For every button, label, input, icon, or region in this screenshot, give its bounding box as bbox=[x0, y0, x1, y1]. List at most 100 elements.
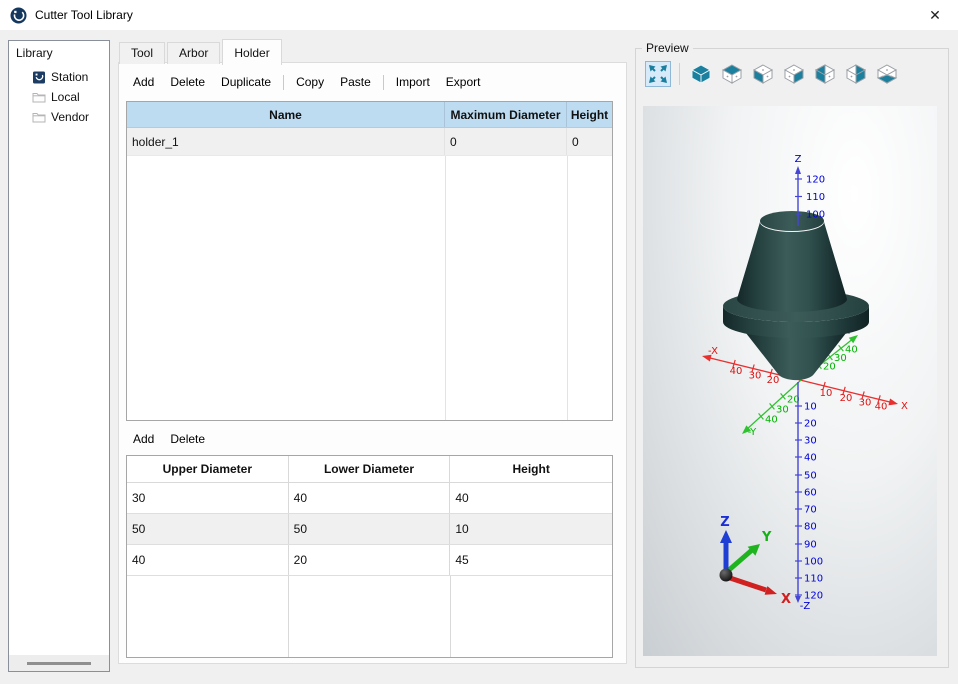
library-item-label: Local bbox=[51, 90, 80, 104]
top-view-button[interactable] bbox=[719, 61, 745, 87]
holder-tab-pane: AddDeleteDuplicateCopyPasteImportExport … bbox=[118, 62, 627, 664]
add-button[interactable]: Add bbox=[125, 429, 162, 449]
toolbar-separator bbox=[283, 75, 284, 90]
table-cell[interactable]: 45 bbox=[450, 545, 612, 575]
triad-x-label: X bbox=[781, 592, 791, 607]
table-cell[interactable]: 30 bbox=[127, 483, 289, 513]
size-grip[interactable] bbox=[27, 662, 91, 665]
table-cell[interactable]: 40 bbox=[289, 483, 451, 513]
holder-toolbar: AddDeleteDuplicate CopyPaste ImportExport bbox=[125, 72, 488, 92]
axis-tick-label: 10 bbox=[804, 402, 817, 413]
toolbar-separator bbox=[679, 63, 680, 85]
table-row[interactable]: 505010 bbox=[127, 514, 612, 545]
table-cell[interactable]: 10 bbox=[450, 514, 612, 544]
tab-bar: ToolArborHolder bbox=[119, 42, 284, 68]
close-icon[interactable]: ✕ bbox=[924, 5, 946, 25]
table-row[interactable]: holder_100 bbox=[127, 128, 612, 156]
preview-groupbox: Preview bbox=[635, 48, 949, 668]
table-cell[interactable]: 50 bbox=[289, 514, 451, 544]
axis-tick-label: 120 bbox=[806, 175, 825, 186]
table-row[interactable]: 304040 bbox=[127, 483, 612, 514]
copy-button[interactable]: Copy bbox=[288, 72, 332, 92]
right-view-icon bbox=[782, 62, 806, 86]
back-view-button[interactable] bbox=[843, 61, 869, 87]
table-cell[interactable]: holder_1 bbox=[127, 128, 445, 155]
axis-tick-label: 50 bbox=[804, 471, 817, 482]
duplicate-button[interactable]: Duplicate bbox=[213, 72, 279, 92]
axis-tick-label: -Z bbox=[800, 601, 811, 612]
axis-tick-label: 20 bbox=[840, 393, 853, 404]
holder-table: NameMaximum DiameterHeightholder_100 bbox=[126, 101, 613, 421]
axis-tick-label: 40 bbox=[875, 401, 888, 412]
toolbar-separator bbox=[383, 75, 384, 90]
isometric-view-button[interactable] bbox=[688, 61, 714, 87]
axis-tick-label: 30 bbox=[776, 404, 789, 415]
cutter-tool-library-window: Cutter Tool Library ✕ Library StationLoc… bbox=[0, 0, 958, 684]
delete-button[interactable]: Delete bbox=[162, 429, 213, 449]
axis-tick-label: 60 bbox=[804, 488, 817, 499]
orientation-triad: Z Y X bbox=[720, 515, 792, 607]
isometric-view-icon bbox=[689, 62, 713, 86]
bottom-view-button[interactable] bbox=[874, 61, 900, 87]
axis-tick-label: 90 bbox=[804, 540, 817, 551]
column-header[interactable]: Name bbox=[127, 102, 445, 127]
right-view-button[interactable] bbox=[781, 61, 807, 87]
column-header[interactable]: Height bbox=[567, 102, 612, 127]
segment-table: Upper DiameterLower DiameterHeight304040… bbox=[126, 455, 613, 658]
axis-tick-label: 20 bbox=[767, 375, 780, 386]
table-cell[interactable]: 20 bbox=[289, 545, 451, 575]
table-header: Upper DiameterLower DiameterHeight bbox=[127, 456, 612, 483]
axis-tick-label: 30 bbox=[859, 397, 872, 408]
table-row[interactable]: 402045 bbox=[127, 545, 612, 576]
table-cell[interactable]: 40 bbox=[450, 483, 612, 513]
axis-tick-label: -Y bbox=[748, 427, 757, 438]
table-empty-area bbox=[127, 156, 612, 420]
tab-tool[interactable]: Tool bbox=[119, 42, 165, 64]
axis-tick-label: X bbox=[901, 401, 908, 412]
tab-arbor[interactable]: Arbor bbox=[167, 42, 220, 64]
table-cell[interactable]: 0 bbox=[445, 128, 567, 155]
left-view-icon bbox=[813, 62, 837, 86]
library-item-label: Station bbox=[51, 70, 88, 84]
folder-icon bbox=[32, 91, 46, 104]
export-button[interactable]: Export bbox=[438, 72, 489, 92]
axis-tick-label: Z bbox=[795, 154, 802, 165]
axis-tick-label: 40 bbox=[730, 366, 743, 377]
axis-tick-label: 100 bbox=[804, 557, 823, 568]
axis-tick-label: 110 bbox=[804, 574, 823, 585]
column-header[interactable]: Height bbox=[450, 456, 612, 482]
table-cell[interactable]: 50 bbox=[127, 514, 289, 544]
top-view-icon bbox=[720, 62, 744, 86]
delete-button[interactable]: Delete bbox=[162, 72, 213, 92]
column-header[interactable]: Upper Diameter bbox=[127, 456, 289, 482]
import-button[interactable]: Import bbox=[388, 72, 438, 92]
table-cell[interactable]: 0 bbox=[567, 128, 612, 155]
column-separator bbox=[450, 576, 451, 657]
left-view-button[interactable] bbox=[812, 61, 838, 87]
table-empty-area bbox=[127, 576, 612, 657]
triad-z-label: Z bbox=[720, 515, 729, 530]
column-separator bbox=[445, 156, 446, 420]
axis-tick-label: 110 bbox=[806, 192, 825, 203]
column-header[interactable]: Lower Diameter bbox=[289, 456, 451, 482]
library-item-vendor[interactable]: Vendor bbox=[9, 107, 109, 127]
triad-y-label: Y bbox=[761, 530, 772, 545]
axis-tick-label: 80 bbox=[804, 522, 817, 533]
tab-holder[interactable]: Holder bbox=[222, 39, 281, 65]
column-separator bbox=[567, 156, 568, 420]
paste-button[interactable]: Paste bbox=[332, 72, 379, 92]
axis-tick-label: 100 bbox=[806, 210, 825, 221]
library-item-station[interactable]: Station bbox=[9, 67, 109, 87]
fit-view-button[interactable] bbox=[645, 61, 671, 87]
front-view-button[interactable] bbox=[750, 61, 776, 87]
axis-tick-label: 40 bbox=[804, 453, 817, 464]
table-cell[interactable]: 40 bbox=[127, 545, 289, 575]
column-header[interactable]: Maximum Diameter bbox=[445, 102, 567, 127]
window-title: Cutter Tool Library bbox=[35, 8, 133, 22]
preview-viewport[interactable]: 10203040203040-XX 203040203040Y-Y 100110… bbox=[643, 106, 937, 656]
station-logo-icon bbox=[32, 71, 46, 84]
add-button[interactable]: Add bbox=[125, 72, 162, 92]
preview-groupbox-label: Preview bbox=[642, 41, 693, 55]
library-item-local[interactable]: Local bbox=[9, 87, 109, 107]
back-view-icon bbox=[844, 62, 868, 86]
